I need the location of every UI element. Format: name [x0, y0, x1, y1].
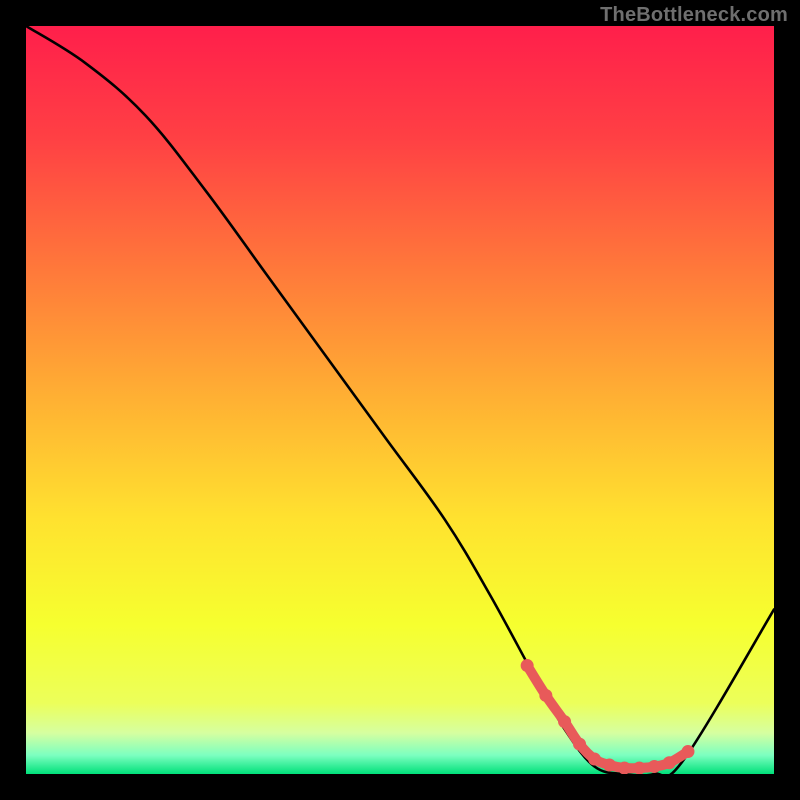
bottleneck-curve — [26, 26, 774, 774]
optimal-marker — [633, 762, 646, 774]
optimal-marker — [539, 689, 552, 702]
optimal-marker — [681, 745, 694, 758]
optimal-marker — [663, 756, 676, 769]
optimal-marker — [588, 753, 601, 766]
optimal-range-markers — [521, 659, 695, 774]
optimal-marker — [618, 762, 631, 774]
optimal-marker — [603, 759, 616, 772]
curve-layer — [26, 26, 774, 774]
plot-area — [26, 26, 774, 774]
optimal-marker — [558, 715, 571, 728]
optimal-marker — [521, 659, 534, 672]
chart-stage: TheBottleneck.com — [0, 0, 800, 800]
optimal-marker — [573, 738, 586, 751]
optimal-marker — [648, 760, 661, 773]
optimal-range-curve — [527, 666, 688, 769]
watermark-text: TheBottleneck.com — [600, 4, 788, 27]
